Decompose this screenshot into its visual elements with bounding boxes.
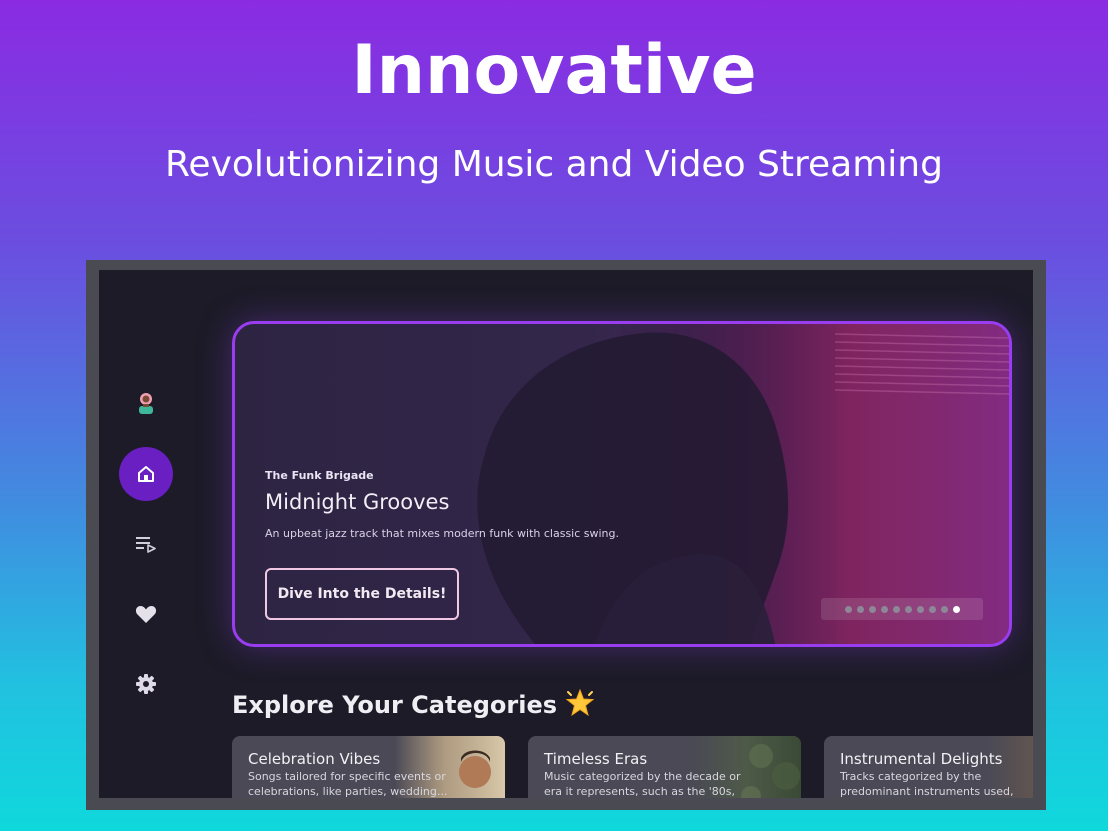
- categories-heading: Explore Your Categories: [232, 688, 595, 719]
- featured-description: An upbeat jazz track that mixes modern f…: [265, 527, 620, 540]
- pager-dot[interactable]: [844, 605, 852, 613]
- pager-dot[interactable]: [868, 605, 876, 613]
- pager-dot[interactable]: [856, 605, 864, 613]
- pager-dot[interactable]: [904, 605, 912, 613]
- carousel-pager: [821, 598, 983, 620]
- category-title: Celebration Vibes: [248, 750, 381, 768]
- star-icon: [565, 688, 595, 717]
- home-icon[interactable]: [119, 447, 173, 501]
- pager-dot[interactable]: [952, 605, 960, 613]
- category-description: Songs tailored for specific events or ce…: [248, 770, 448, 798]
- pager-dot[interactable]: [892, 605, 900, 613]
- category-card-timeless-eras[interactable]: Timeless Eras Music categorized by the d…: [528, 736, 801, 798]
- category-title: Instrumental Delights: [840, 750, 1003, 768]
- pager-dot[interactable]: [916, 605, 924, 613]
- playlist-icon[interactable]: [119, 517, 173, 571]
- pager-dot[interactable]: [940, 605, 948, 613]
- app-screen: The Funk Brigade Midnight Grooves An upb…: [99, 270, 1033, 798]
- category-description: Music categorized by the decade or era i…: [544, 770, 741, 798]
- category-card-celebration[interactable]: Celebration Vibes Songs tailored for spe…: [232, 736, 505, 798]
- gear-icon[interactable]: [119, 657, 173, 711]
- heart-icon[interactable]: [119, 587, 173, 641]
- tv-frame: The Funk Brigade Midnight Grooves An upb…: [86, 260, 1046, 810]
- hero-title: Innovative: [351, 31, 757, 110]
- pager-dot[interactable]: [928, 605, 936, 613]
- pager-dot[interactable]: [880, 605, 888, 613]
- featured-artist: The Funk Brigade: [265, 469, 374, 482]
- dive-into-details-button[interactable]: Dive Into the Details!: [265, 568, 459, 620]
- hero-subtitle: Revolutionizing Music and Video Streamin…: [165, 144, 943, 185]
- category-card-instrumental[interactable]: Instrumental Delights Tracks categorized…: [824, 736, 1033, 798]
- featured-card[interactable]: The Funk Brigade Midnight Grooves An upb…: [232, 321, 1012, 647]
- categories-heading-text: Explore Your Categories: [232, 691, 558, 719]
- avatar-icon[interactable]: [135, 391, 157, 415]
- featured-title: Midnight Grooves: [265, 490, 450, 514]
- category-description: Tracks categorized by the predominant in…: [840, 770, 1014, 798]
- category-title: Timeless Eras: [544, 750, 648, 768]
